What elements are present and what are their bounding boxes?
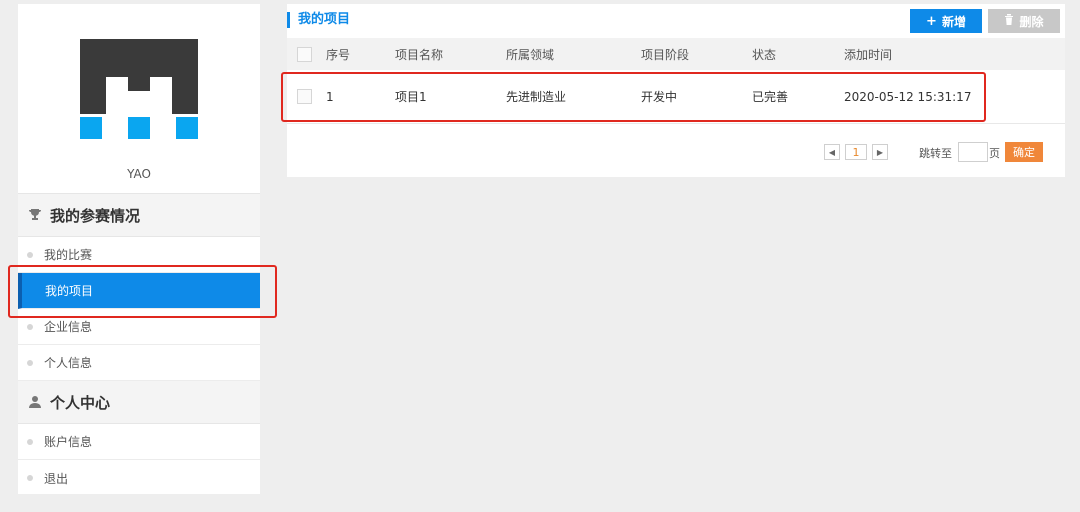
sidebar-item-personal-info[interactable]: 个人信息 — [18, 345, 260, 381]
row-checkbox[interactable] — [297, 89, 312, 104]
projects-panel: 我的项目 + 新增 删除 序号 项目名称 所属领域 项目阶段 状态 添加时间 1 … — [287, 4, 1065, 177]
next-page-icon[interactable]: ▶ — [872, 144, 888, 160]
trophy-icon — [26, 206, 44, 224]
section-my-competition: 我的参赛情况 — [18, 194, 260, 237]
column-header-time: 添加时间 — [844, 47, 893, 62]
sidebar-item-label: 我的项目 — [45, 284, 94, 298]
sidebar-item-my-competitions[interactable]: 我的比赛 — [18, 237, 260, 273]
logo — [80, 39, 198, 139]
plus-icon: + — [926, 13, 937, 29]
page-number-button[interactable]: 1 — [845, 144, 867, 160]
panel-header: 我的项目 + 新增 删除 — [287, 4, 1065, 38]
bullet-icon — [27, 359, 33, 366]
delete-button-label: 删除 — [1019, 14, 1044, 29]
pagination: ◀ 1 ▶ 跳转至 页 确定 — [287, 142, 1065, 162]
profile-card: YAO — [18, 4, 260, 194]
column-header-stage: 项目阶段 — [641, 47, 690, 62]
sidebar-item-label: 企业信息 — [44, 320, 93, 334]
username: YAO — [127, 167, 151, 181]
select-all-checkbox[interactable] — [297, 46, 312, 62]
page-title: 我的项目 — [287, 12, 350, 28]
bullet-icon — [27, 323, 33, 330]
trash-icon — [1004, 13, 1014, 29]
section-title: 我的参赛情况 — [50, 206, 141, 225]
section-personal-center: 个人中心 — [18, 381, 260, 424]
sidebar-item-label: 我的比赛 — [44, 248, 93, 262]
column-header-status: 状态 — [752, 47, 777, 62]
sidebar-item-logout[interactable]: 退出 — [18, 460, 260, 496]
jump-page-input[interactable] — [958, 142, 988, 162]
cell-field: 先进制造业 — [506, 90, 567, 104]
prev-page-icon[interactable]: ◀ — [824, 144, 840, 160]
cell-stage: 开发中 — [641, 90, 678, 104]
cell-time: 2020-05-12 15:31:17 — [844, 89, 972, 104]
sidebar-item-label: 退出 — [44, 471, 69, 486]
sidebar-item-account-info[interactable]: 账户信息 — [18, 424, 260, 460]
table-header: 序号 项目名称 所属领域 项目阶段 状态 添加时间 — [287, 38, 1065, 70]
confirm-button[interactable]: 确定 — [1005, 142, 1043, 162]
table-row[interactable]: 1 项目1 先进制造业 开发中 已完善 2020-05-12 15:31:17 — [287, 70, 1065, 124]
add-button[interactable]: + 新增 — [910, 9, 982, 33]
sidebar-item-company-info[interactable]: 企业信息 — [18, 309, 260, 345]
jump-to-label: 跳转至 — [919, 147, 952, 160]
add-button-label: 新增 — [941, 14, 966, 29]
sidebar-item-label: 账户信息 — [44, 435, 93, 449]
bullet-icon — [27, 251, 33, 258]
sidebar-item-label: 个人信息 — [44, 356, 93, 370]
bullet-icon — [27, 475, 33, 481]
page-unit-label: 页 — [989, 147, 1000, 160]
column-header-field: 所属领域 — [506, 47, 555, 62]
user-icon — [26, 393, 44, 411]
column-header-no: 序号 — [326, 47, 351, 62]
cell-name: 项目1 — [395, 90, 427, 104]
sidebar-item-my-projects[interactable]: 我的项目 — [18, 273, 260, 309]
column-header-name: 项目名称 — [395, 47, 444, 62]
section-title: 个人中心 — [50, 393, 111, 412]
delete-button[interactable]: 删除 — [988, 9, 1060, 33]
sidebar: YAO 我的参赛情况 我的比赛 我的项目 企业信息 个人信息 个人中心 账户信息… — [18, 4, 260, 494]
cell-status: 已完善 — [752, 90, 789, 104]
cell-no: 1 — [326, 89, 334, 104]
bullet-icon — [27, 438, 33, 445]
